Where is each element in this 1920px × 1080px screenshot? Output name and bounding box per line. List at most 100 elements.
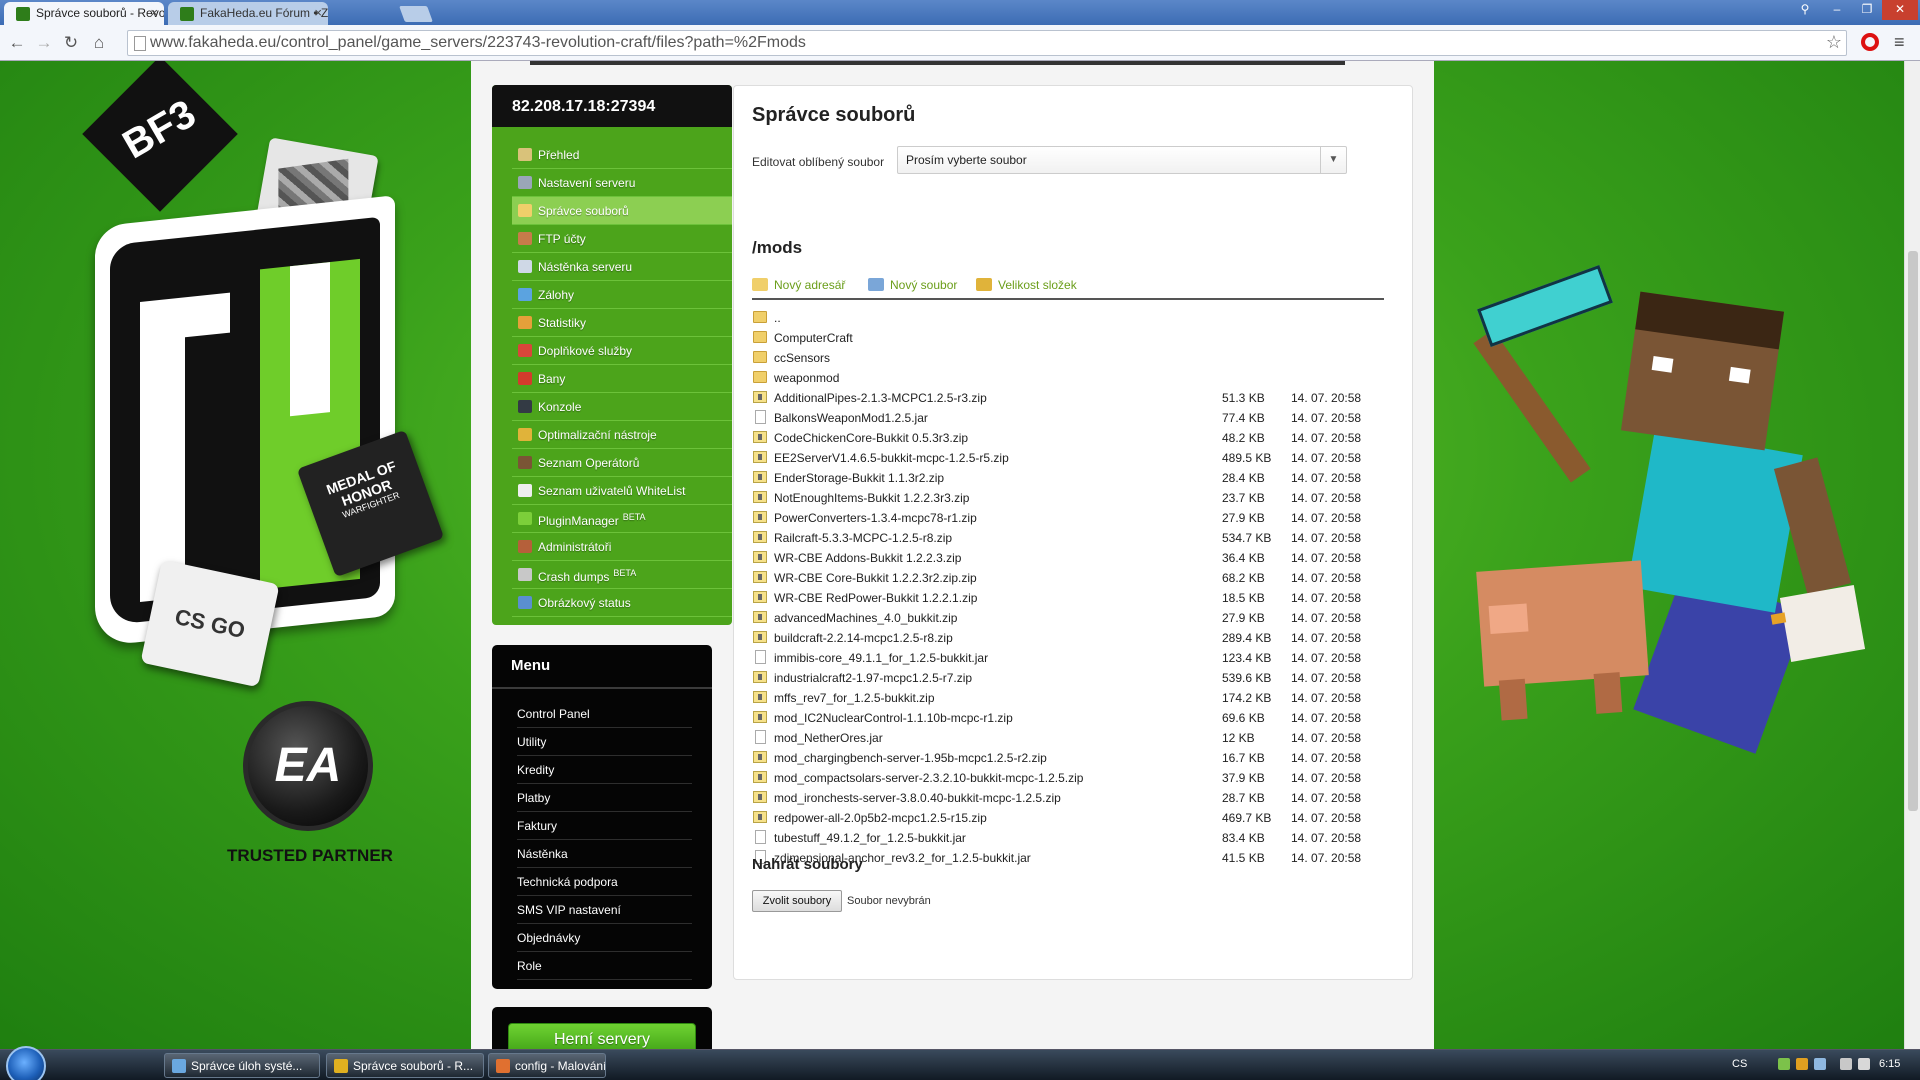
language-indicator[interactable]: CS xyxy=(1732,1058,1747,1070)
url-input[interactable] xyxy=(150,34,1750,52)
file-row[interactable]: ComputerCraft xyxy=(752,328,1392,348)
file-name[interactable]: mod_NetherOres.jar xyxy=(774,731,883,745)
server-nav-item[interactable]: Statistiky xyxy=(512,309,732,337)
file-row[interactable]: advancedMachines_4.0_bukkit.zip 27.9 KB 14… xyxy=(752,608,1392,628)
file-name[interactable]: PowerConverters-1.3.4-mcpc78-r1.zip xyxy=(774,511,977,525)
system-clock[interactable]: 6:15 xyxy=(1879,1058,1900,1070)
file-name[interactable]: mod_IC2NuclearControl-1.1.10b-mcpc-r1.zi… xyxy=(774,711,1013,725)
file-row[interactable]: BalkonsWeaponMod1.2.5.jar 77.4 KB 14. 07. … xyxy=(752,408,1392,428)
file-name[interactable]: BalkonsWeaponMod1.2.5.jar xyxy=(774,411,928,425)
file-row[interactable]: tubestuff_49.1.2_for_1.2.5-bukkit.jar 83.… xyxy=(752,828,1392,848)
server-nav-item[interactable]: Seznam uživatelů WhiteList xyxy=(512,477,732,505)
tray-monitor-icon[interactable] xyxy=(1814,1058,1826,1070)
file-name[interactable]: tubestuff_49.1.2_for_1.2.5-bukkit.jar xyxy=(774,831,966,845)
file-row[interactable]: weaponmod xyxy=(752,368,1392,388)
file-row[interactable]: mod_ironchests-server-3.8.0.40-bukkit-mc… xyxy=(752,788,1392,808)
file-name[interactable]: EE2ServerV1.4.6.5-bukkit-mcpc-1.2.5-r5.z… xyxy=(774,451,1009,465)
maximize-icon[interactable]: ❐ xyxy=(1852,0,1882,20)
file-action-link[interactable]: Nový soubor xyxy=(868,278,957,292)
file-row[interactable]: immibis-core_49.1.1_for_1.2.5-bukkit.jar… xyxy=(752,648,1392,668)
file-row[interactable]: CodeChickenCore-Bukkit 0.5.3r3.zip 48.2 K… xyxy=(752,428,1392,448)
file-action-link[interactable]: Nový adresář xyxy=(752,278,845,292)
server-nav-item[interactable]: Bany xyxy=(512,365,732,393)
address-bar[interactable]: ☆ xyxy=(127,30,1847,56)
file-name[interactable]: mffs_rev7_for_1.2.5-bukkit.zip xyxy=(774,691,935,705)
tray-network-icon[interactable] xyxy=(1778,1058,1790,1070)
server-nav-item[interactable]: Optimalizační nástroje xyxy=(512,421,732,449)
file-row[interactable]: NotEnoughItems-Bukkit 1.2.2.3r3.zip 23.7 … xyxy=(752,488,1392,508)
file-name[interactable]: industrialcraft2-1.97-mcpc1.2.5-r7.zip xyxy=(774,671,972,685)
close-tab-icon[interactable]: × xyxy=(150,5,158,20)
server-nav-item[interactable]: Konzole xyxy=(512,393,732,421)
file-row[interactable]: WR-CBE Addons-Bukkit 1.2.2.3.zip 36.4 KB 1… xyxy=(752,548,1392,568)
file-row[interactable]: industrialcraft2-1.97-mcpc1.2.5-r7.zip 53… xyxy=(752,668,1392,688)
file-name[interactable]: ComputerCraft xyxy=(774,331,853,345)
taskbar-task[interactable]: Správce úloh systé... xyxy=(164,1053,320,1078)
menu-item[interactable]: Nástěnka xyxy=(517,840,692,868)
file-name[interactable]: ccSensors xyxy=(774,351,830,365)
opera-extension-icon[interactable] xyxy=(1861,33,1879,51)
menu-item[interactable]: Faktury xyxy=(517,812,692,840)
server-nav-item[interactable]: Administrátoři xyxy=(512,533,732,561)
tray-flag-icon[interactable] xyxy=(1840,1058,1852,1070)
tray-volume-icon[interactable] xyxy=(1858,1058,1870,1070)
server-nav-item[interactable]: Nastavení serveru xyxy=(512,169,732,197)
tab-forum[interactable]: FakaHeda.eu Fórum • Zob × xyxy=(168,2,328,25)
file-name[interactable]: NotEnoughItems-Bukkit 1.2.2.3r3.zip xyxy=(774,491,969,505)
file-name[interactable]: CodeChickenCore-Bukkit 0.5.3r3.zip xyxy=(774,431,968,445)
server-nav-item[interactable]: FTP účty xyxy=(512,225,732,253)
file-row[interactable]: EE2ServerV1.4.6.5-bukkit-mcpc-1.2.5-r5.z… xyxy=(752,448,1392,468)
tab-file-manager[interactable]: Správce souborů - Revolut × xyxy=(4,2,164,25)
file-name[interactable]: immibis-core_49.1.1_for_1.2.5-bukkit.jar xyxy=(774,651,988,665)
page-scrollbar[interactable] xyxy=(1904,61,1920,1049)
menu-item[interactable]: Kredity xyxy=(517,756,692,784)
file-name[interactable]: WR-CBE Core-Bukkit 1.2.2.3r2.zip.zip xyxy=(774,571,977,585)
file-name[interactable]: EnderStorage-Bukkit 1.1.3r2.zip xyxy=(774,471,944,485)
menu-item[interactable]: SMS VIP nastavení xyxy=(517,896,692,924)
favorite-file-select[interactable]: Prosím vyberte soubor ▼ xyxy=(897,146,1347,174)
menu-item[interactable]: Control Panel xyxy=(517,700,692,728)
reload-icon[interactable]: ↻ xyxy=(60,32,82,54)
file-name[interactable]: buildcraft-2.2.14-mcpc1.2.5-r8.zip xyxy=(774,631,953,645)
taskbar-task[interactable]: config - Malování xyxy=(488,1053,606,1078)
file-row[interactable]: WR-CBE Core-Bukkit 1.2.2.3r2.zip.zip 68.2… xyxy=(752,568,1392,588)
file-name[interactable]: WR-CBE Addons-Bukkit 1.2.2.3.zip xyxy=(774,551,961,565)
server-nav-item[interactable]: Přehled xyxy=(512,141,732,169)
server-nav-item[interactable]: Správce souborů xyxy=(512,197,732,225)
menu-item[interactable]: Platby xyxy=(517,784,692,812)
server-nav-item[interactable]: Nástěnka serveru xyxy=(512,253,732,281)
server-nav-item[interactable]: Seznam Operátorů xyxy=(512,449,732,477)
file-name[interactable]: AdditionalPipes-2.1.3-MCPC1.2.5-r3.zip xyxy=(774,391,987,405)
file-name[interactable]: mod_chargingbench-server-1.95b-mcpc1.2.5… xyxy=(774,751,1047,765)
file-row[interactable]: AdditionalPipes-2.1.3-MCPC1.2.5-r3.zip 51… xyxy=(752,388,1392,408)
choose-files-button[interactable]: Zvolit soubory xyxy=(752,890,842,912)
chevron-down-icon[interactable]: ▼ xyxy=(1320,147,1346,173)
file-row[interactable]: Railcraft-5.3.3-MCPC-1.2.5-r8.zip 534.7 K… xyxy=(752,528,1392,548)
file-name[interactable]: mod_ironchests-server-3.8.0.40-bukkit-mc… xyxy=(774,791,1061,805)
server-nav-item[interactable]: PluginManager BETA xyxy=(512,505,732,533)
file-row[interactable]: mod_compactsolars-server-2.3.2.10-bukkit… xyxy=(752,768,1392,788)
profile-icon[interactable]: ⚲ xyxy=(1790,0,1820,20)
file-row[interactable]: mod_chargingbench-server-1.95b-mcpc1.2.5… xyxy=(752,748,1392,768)
file-row[interactable]: mffs_rev7_for_1.2.5-bukkit.zip 174.2 KB 14… xyxy=(752,688,1392,708)
file-name[interactable]: advancedMachines_4.0_bukkit.zip xyxy=(774,611,957,625)
file-row[interactable]: mod_NetherOres.jar 12 KB 14. 07. 20:58 xyxy=(752,728,1392,748)
home-icon[interactable]: ⌂ xyxy=(88,32,110,54)
file-row[interactable]: buildcraft-2.2.14-mcpc1.2.5-r8.zip 289.4 … xyxy=(752,628,1392,648)
forward-arrow-icon[interactable]: → xyxy=(33,32,55,54)
file-name[interactable]: Railcraft-5.3.3-MCPC-1.2.5-r8.zip xyxy=(774,531,952,545)
start-button[interactable] xyxy=(6,1046,46,1080)
close-tab-icon[interactable]: × xyxy=(314,5,322,20)
server-nav-item[interactable]: Crash dumps BETA xyxy=(512,561,732,589)
file-row[interactable]: .. xyxy=(752,308,1392,328)
file-name[interactable]: redpower-all-2.0p5b2-mcpc1.2.5-r15.zip xyxy=(774,811,987,825)
taskbar-task[interactable]: Správce souborů - R... xyxy=(326,1053,484,1078)
close-window-icon[interactable]: ✕ xyxy=(1882,0,1918,20)
menu-item[interactable]: Role xyxy=(517,952,692,980)
file-name[interactable]: .. xyxy=(774,311,781,325)
back-arrow-icon[interactable]: ← xyxy=(6,32,28,54)
file-name[interactable]: weaponmod xyxy=(774,371,839,385)
server-nav-item[interactable]: Doplňkové služby xyxy=(512,337,732,365)
menu-item[interactable]: Objednávky xyxy=(517,924,692,952)
file-action-link[interactable]: Velikost složek xyxy=(976,278,1077,292)
